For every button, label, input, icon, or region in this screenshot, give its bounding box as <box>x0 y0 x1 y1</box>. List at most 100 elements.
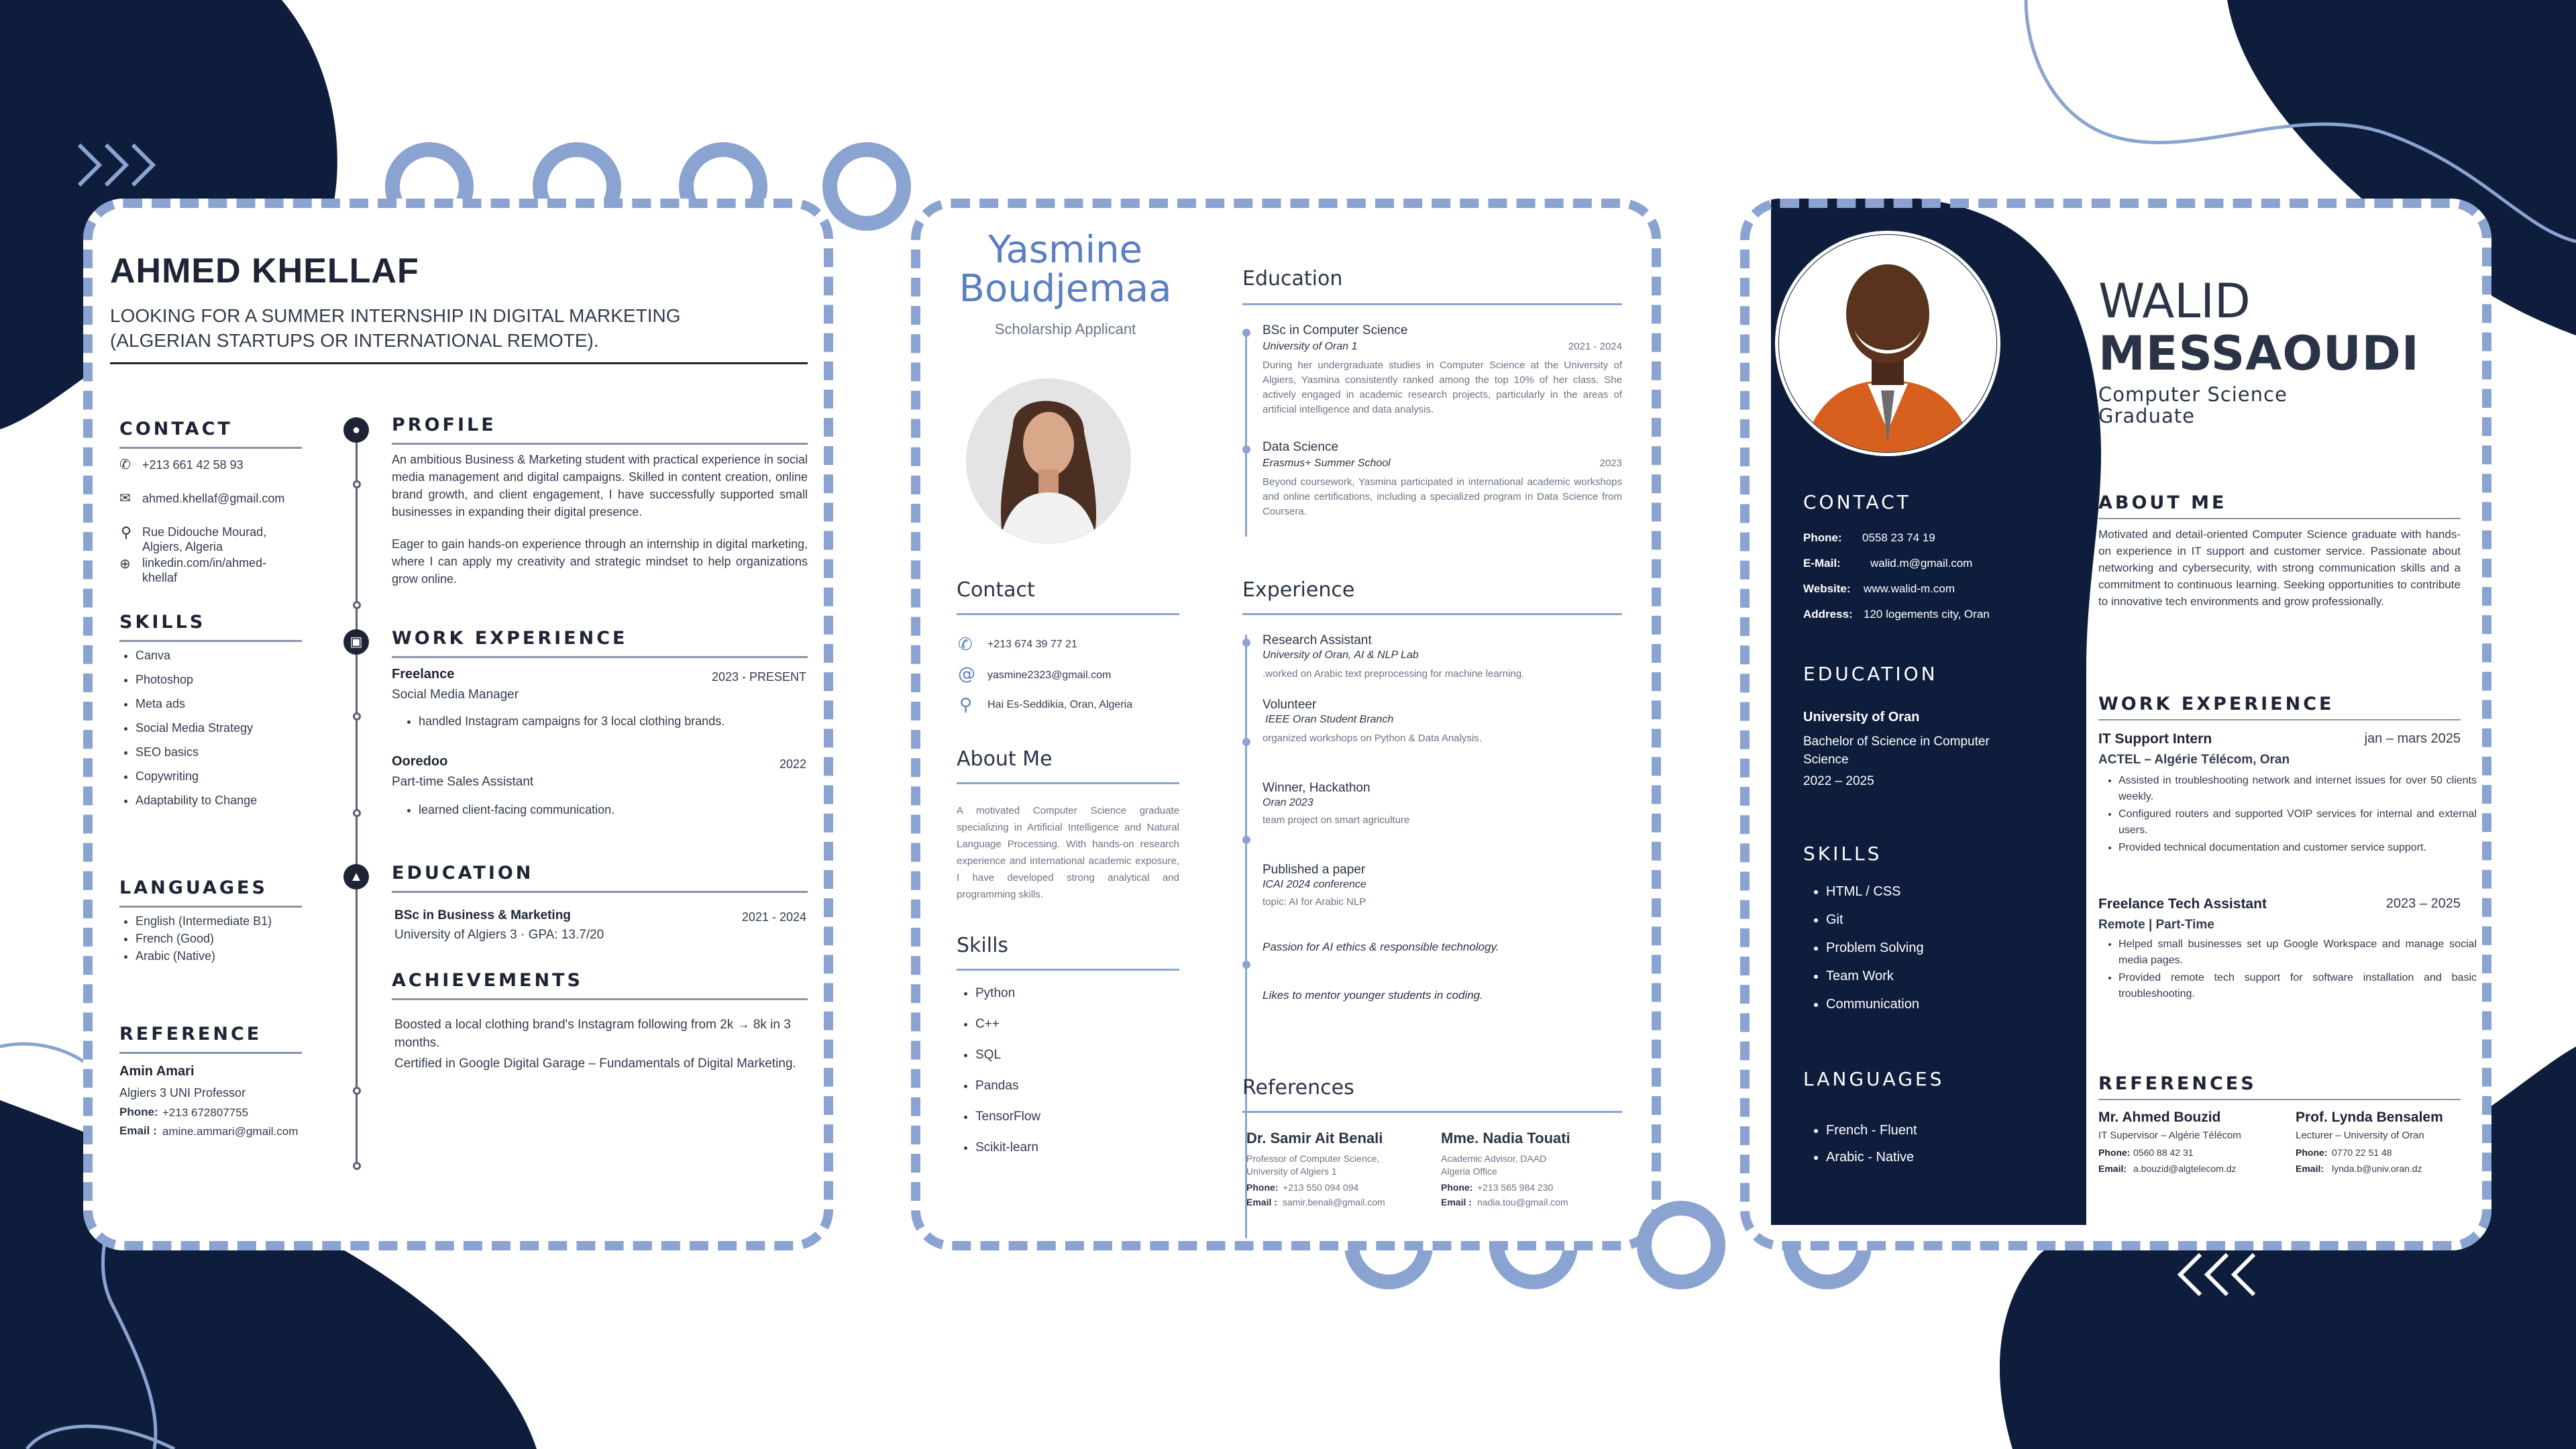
skills-list: Python C++ SQL Pandas TensorFlow Scikit-… <box>959 986 1040 1171</box>
section-title-skills: SKILLS <box>1803 843 1882 865</box>
languages-list: French - Fluent Arabic - Native <box>1810 1123 1917 1177</box>
section-title-contact: CONTACT <box>1803 491 1911 513</box>
section-title-contact: CONTACT <box>119 419 233 439</box>
experience-desc: topic: AI for Arabic NLP <box>1263 896 1366 908</box>
job-bullets: handled Instagram campaigns for 3 local … <box>402 712 821 739</box>
job-bullet: handled Instagram campaigns for 3 local … <box>419 712 821 730</box>
education-degree: Bachelor of Science in Computer Science <box>1803 735 1990 767</box>
job-bullet: learned client-facing communication. <box>419 801 821 818</box>
job-title: IT Support Intern <box>2098 731 2212 747</box>
timeline-dot <box>353 601 361 609</box>
job-title: Freelance Tech Assistant <box>2098 896 2267 912</box>
reference-role: Lecturer – University of Oran <box>2296 1130 2424 1141</box>
contact-value[interactable]: walid.m@gmail.com <box>1870 557 1972 570</box>
reference-email-label: Email : <box>1441 1197 1472 1208</box>
reference-name: Prof. Lynda Bensalem <box>2296 1110 2443 1125</box>
contact-value[interactable]: www.walid-m.com <box>1864 582 1955 596</box>
timeline-dot <box>353 712 361 720</box>
contact-label: Phone: <box>1803 531 1842 544</box>
graduation-cap-icon: ▲ <box>343 864 369 890</box>
reference-phone-label: Phone: <box>119 1106 158 1118</box>
reference-email[interactable]: lynda.b@univ.oran.dz <box>2332 1163 2422 1174</box>
resume-last-name: MESSAOUDI <box>2098 326 2420 381</box>
resume-card-yasmine: Yasmine Boudjemaa Scholarship Applicant … <box>911 199 1661 1250</box>
education-date: 2023 <box>1599 458 1622 469</box>
achievement-item: Boosted a local clothing brand's Instagr… <box>394 1018 791 1050</box>
contact-address: Hai Es-Seddikia, Oran, Algeria <box>987 699 1133 710</box>
divider <box>119 447 302 449</box>
resume-name: AHMED KHELLAF <box>110 252 419 290</box>
education-school: University of Oran <box>1803 710 1920 724</box>
reference-email[interactable]: nadia.tou@gmail.com <box>1477 1197 1568 1208</box>
timeline-line <box>356 427 358 1165</box>
timeline-dot <box>1242 961 1250 969</box>
experience-sub: Oran 2023 <box>1263 797 1313 808</box>
divider <box>957 613 1179 615</box>
section-title-work-experience: WORK EXPERIENCE <box>2098 694 2334 714</box>
section-title-skills: Skills <box>957 934 1009 957</box>
section-title-education: EDUCATION <box>1803 663 1938 685</box>
languages-list: English (Intermediate B1) French (Good) … <box>119 914 272 966</box>
divider <box>957 969 1179 971</box>
divider <box>119 640 302 642</box>
skill-item: Copywriting <box>136 769 257 784</box>
mail-icon: ✉ <box>119 490 131 506</box>
skill-item: Communication <box>1826 997 1924 1012</box>
contact-email[interactable]: ahmed.khellaf@gmail.com <box>142 490 284 507</box>
resume-subtitle: Scholarship Applicant <box>994 321 1136 337</box>
skill-item: C++ <box>975 1017 1040 1032</box>
experience-sub: IEEE Oran Student Branch <box>1265 714 1394 725</box>
section-title-achievements: ACHIEVEMENTS <box>392 970 583 991</box>
reference-phone-label: Phone: <box>1246 1182 1279 1193</box>
skill-item: TensorFlow <box>975 1110 1040 1124</box>
experience-desc: team project on smart agriculture <box>1263 814 1410 826</box>
phone-icon: ✆ <box>119 456 131 472</box>
timeline-line <box>1245 330 1247 537</box>
binder-ring <box>822 142 911 231</box>
reference-email[interactable]: samir.benali@gmail.com <box>1283 1197 1385 1208</box>
at-sign-icon: @ <box>958 664 975 684</box>
experience-title: Published a paper <box>1263 863 1366 877</box>
section-title-work-experience: WORK EXPERIENCE <box>392 628 628 649</box>
experience-sub: ICAI 2024 conference <box>1263 879 1366 890</box>
reference-email-label: Email : <box>119 1124 157 1137</box>
job-bullet: Configured routers and supported VOIP se… <box>2118 806 2477 839</box>
contact-email[interactable]: yasmine2323@gmail.com <box>987 667 1111 684</box>
about-paragraph: Motivated and detail-oriented Computer S… <box>2098 528 2461 608</box>
job-bullets: Assisted in troubleshooting network and … <box>2102 773 2477 857</box>
language-item: Arabic (Native) <box>136 949 272 963</box>
divider <box>2098 518 2461 519</box>
reference-email-label: Email: <box>2098 1163 2127 1174</box>
reference-email[interactable]: amine.ammari@gmail.com <box>162 1123 298 1140</box>
section-title-languages: LANGUAGES <box>1803 1068 1945 1090</box>
section-title-languages: LANGUAGES <box>119 877 268 898</box>
reference-role: IT Supervisor – Algérie Télécom <box>2098 1130 2241 1141</box>
contact-linkedin[interactable]: linkedin.com/in/ahmed-khellaf <box>142 555 290 585</box>
timeline-dot <box>1242 836 1250 844</box>
resume-first-name: Yasmine <box>987 228 1143 272</box>
skill-item: Python <box>975 986 1040 1001</box>
profile-photo <box>966 378 1131 543</box>
reference-email[interactable]: a.bouzid@algtelecom.dz <box>2133 1163 2237 1174</box>
reference-role: Algiers 3 UNI Professor <box>119 1086 246 1099</box>
skill-item: Canva <box>136 648 257 663</box>
education-date: 2022 – 2025 <box>1803 774 1874 788</box>
reference-phone: 0560 88 42 31 <box>2133 1147 2194 1158</box>
skill-item: Problem Solving <box>1826 941 1924 955</box>
education-degree: BSc in Business & Marketing <box>394 908 571 922</box>
divider <box>119 906 302 908</box>
timeline-dot <box>353 1162 361 1170</box>
job-bullets: learned client-facing communication. <box>402 801 821 828</box>
contact-address: Rue Didouche Mourad, Algiers, Algeria <box>142 525 267 553</box>
skill-item: Pandas <box>975 1079 1040 1093</box>
divider <box>2098 719 2461 720</box>
job-company: Remote | Part-Time <box>2098 918 2214 932</box>
job-date: 2023 – 2025 <box>2385 896 2461 911</box>
section-title-education: Education <box>1242 267 1343 290</box>
skill-item: Adaptability to Change <box>136 793 257 808</box>
job-role: Part-time Sales Assistant <box>392 775 534 789</box>
education-desc: During her undergraduate studies in Comp… <box>1263 360 1622 415</box>
section-title-contact: Contact <box>957 578 1035 602</box>
reference-phone-label: Phone: <box>2296 1147 2328 1158</box>
profile-paragraph: An ambitious Business & Marketing studen… <box>392 453 808 519</box>
